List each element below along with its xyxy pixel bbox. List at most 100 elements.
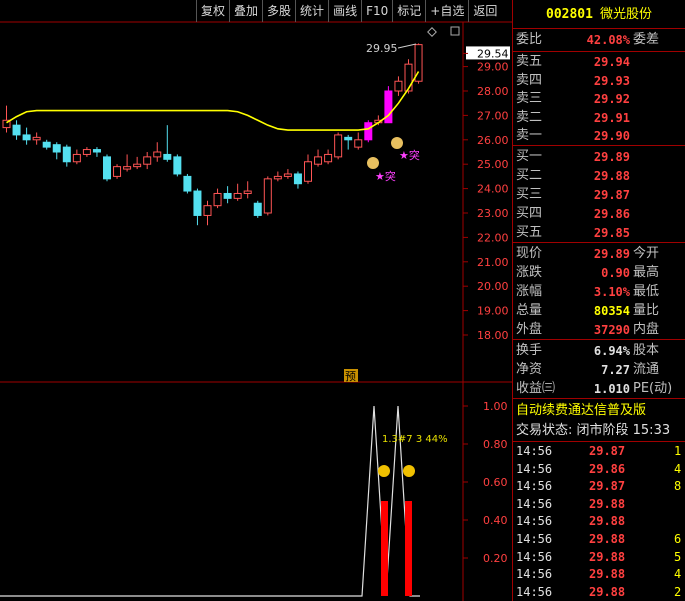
toolbar-button-6[interactable]: 标记 (392, 0, 425, 22)
toolbar-button-8[interactable]: 返回 (468, 0, 501, 22)
row-value: 6.94% (593, 344, 630, 358)
row-label: 现价 (516, 246, 543, 261)
candle-body (243, 190, 252, 194)
weibi-label: 委比 (516, 32, 543, 47)
stock-name: 微光股份 (600, 7, 653, 22)
price-tick-label: 25.00 (477, 158, 509, 171)
tick-time: 14:56 (516, 479, 553, 494)
smiley-icon (403, 465, 415, 477)
row-value: 29.94 (593, 55, 630, 69)
tick-time: 14:56 (516, 514, 553, 529)
bid-row: 买四 29.86 (513, 204, 685, 224)
candle-body (113, 166, 122, 177)
candle-body (103, 156, 111, 180)
weibi-value: 42.08% (586, 33, 630, 47)
candle-body (203, 205, 212, 216)
row-label: 买四 (516, 206, 543, 221)
toolbar-button-4[interactable]: 画线 (328, 0, 361, 22)
trade-status-row: 交易状态: 闭市阶段 15:33 (513, 421, 685, 441)
bid-row: 买一 29.89 (513, 147, 685, 167)
candle-body (52, 144, 61, 153)
row-label: 换手 (516, 343, 543, 358)
money-bag-icon (367, 157, 379, 169)
trade-status: 交易状态: 闭市阶段 15:33 (516, 423, 671, 438)
candle-body (263, 178, 272, 214)
fund-row: 净资 7.27 流通 (513, 360, 685, 380)
price-tick-label: 24.00 (477, 183, 509, 196)
yu-tag: 预 (345, 370, 356, 383)
ticker-row[interactable]: 自动续费通达信普及版 (513, 401, 685, 421)
indicator-series (0, 405, 420, 597)
star-label-1: ★突 (399, 148, 420, 162)
candle-body (143, 156, 152, 165)
tick-row: 14:56 29.88 6 (513, 530, 685, 548)
stock-header: 002801 微光股份 (513, 5, 685, 25)
row-label: 卖一 (516, 128, 543, 143)
diamond-marker (427, 27, 437, 37)
tick-price: 29.88 (589, 532, 626, 546)
price-tick-label: 27.00 (477, 109, 509, 122)
candle-body (193, 190, 202, 216)
candle-body (293, 173, 302, 185)
row-label-2: 最低 (633, 284, 660, 299)
row-label-2: 今开 (633, 246, 660, 261)
kline-chart[interactable]: 29.5429.00 28.00 27.00 26.00 25.00 24.00 23.00… (0, 0, 512, 601)
price-tick-label: 19.00 (477, 305, 509, 318)
candle-body (354, 139, 363, 148)
candle-body (314, 156, 323, 165)
tick-row: 14:56 29.88 (513, 512, 685, 530)
row-value: 29.89 (593, 247, 630, 261)
candle-body (364, 122, 373, 141)
toolbar-button-5[interactable]: F10 (361, 0, 392, 22)
row-value: 1.010 (593, 382, 630, 396)
tick-row: 14:56 29.88 4 (513, 565, 685, 583)
ticker-text[interactable]: 自动续费通达信普及版 (516, 401, 646, 421)
row-value: 29.93 (593, 73, 630, 88)
money-bag-icon (391, 137, 403, 149)
toolbar-button-0[interactable]: 复权 (196, 0, 229, 22)
row-value: 37290 (593, 323, 630, 337)
candle-body (223, 192, 232, 199)
tick-row: 14:56 29.88 (513, 495, 685, 513)
toolbar-button-2[interactable]: 多股 (262, 0, 295, 22)
candle-body (32, 136, 41, 141)
price-tick-label: 28.00 (477, 85, 509, 98)
toolbar-button-3[interactable]: 统计 (295, 0, 328, 22)
expand-icon[interactable] (450, 26, 460, 36)
quote-row: 总量 80354 量比 (513, 301, 685, 321)
tick-price: 29.88 (589, 549, 626, 564)
row-label: 买一 (516, 149, 543, 164)
candle-body (12, 124, 21, 136)
price-tick-label: 18.00 (477, 329, 509, 342)
tick-row: 14:56 29.87 8 (513, 477, 685, 495)
ask-row: 卖二 29.91 (513, 108, 685, 128)
kline-chart-area[interactable]: 29.54 29.00 28.00 27.00 26.00 25.00 24.00 23.00… (0, 0, 512, 601)
ask-row: 卖五 29.94 (513, 52, 685, 72)
quote-side-panel: 002801 微光股份 委比 42.08% 委差 卖五 29.94 卖四 29.93 卖… (512, 0, 685, 601)
row-label-2: 流通 (633, 362, 660, 377)
divider (513, 28, 685, 29)
row-value: 3.10% (593, 285, 630, 299)
ask-row: 卖三 29.92 (513, 89, 685, 109)
ask-row: 卖四 29.93 (513, 71, 685, 91)
candle-body (324, 153, 333, 163)
tick-price: 29.87 (589, 444, 626, 458)
row-value: 29.85 (593, 226, 630, 240)
fund-row: 换手 6.94% 股本 (513, 341, 685, 361)
tick-row: 14:56 29.87 1 (513, 442, 685, 460)
tick-volume: 6 (674, 532, 682, 546)
toolbar-button-7[interactable]: +自选 (425, 0, 468, 22)
toolbar: 复权 叠加 多股 统计 画线 F10 标记 +自选 返回 (196, 0, 501, 22)
tick-price: 29.88 (589, 496, 626, 511)
row-label: 涨幅 (516, 284, 543, 299)
price-tick-label: 26.00 (477, 134, 509, 147)
candle-body (62, 146, 71, 163)
fund-row: 收益㈢ 1.010 PE(动) (513, 379, 685, 399)
bid-row: 买二 29.88 (513, 166, 685, 186)
row-value: 29.91 (593, 110, 630, 125)
toolbar-button-1[interactable]: 叠加 (229, 0, 262, 22)
tick-row: 14:56 29.88 5 (513, 548, 685, 566)
row-label: 外盘 (516, 322, 543, 337)
tick-row: 14:56 29.88 2 (513, 583, 685, 601)
indicator-tick-label: 0.80 (483, 438, 508, 451)
